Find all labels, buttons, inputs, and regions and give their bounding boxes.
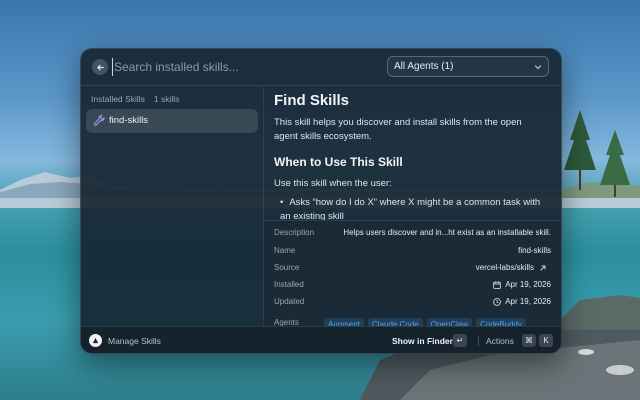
name-label: Name (274, 246, 296, 255)
description-label: Description (274, 228, 315, 237)
sidebar-item-label: find-skills (109, 115, 149, 126)
triangle-icon (92, 337, 99, 344)
back-button[interactable] (92, 59, 108, 75)
document-heading: When to Use This Skill (274, 155, 403, 169)
desktop-wallpaper: All Agents (1) Installed Skills 1 skills … (0, 0, 640, 400)
skills-sidebar: Installed Skills 1 skills find-skills (81, 86, 264, 326)
search-bar: All Agents (1) (81, 49, 561, 86)
source-label: Source (274, 263, 300, 272)
footer-divider (478, 336, 479, 346)
updated-date: Apr 19, 2026 (493, 297, 551, 306)
document-paragraph: Use this skill when the user: (274, 178, 392, 189)
wrench-icon (93, 114, 105, 126)
agent-filter-select[interactable]: All Agents (1) (387, 56, 549, 77)
installed-label: Installed (274, 280, 304, 289)
metadata-panel: Description Helps users discover and in.… (264, 220, 561, 327)
clock-icon (493, 297, 502, 306)
calendar-icon (493, 280, 502, 289)
bullet-text: Asks “how do I do X” where X might be a … (280, 197, 541, 222)
sidebar-item-find-skills[interactable]: find-skills (86, 109, 258, 133)
installed-date: Apr 19, 2026 (493, 280, 551, 289)
document-title: Find Skills (274, 92, 350, 109)
source-value: vercel-labs/skills (475, 263, 534, 272)
action-footer: Manage Skills Show in Finder ↵ Actions ⌘… (81, 326, 561, 353)
bullet-dot: • (280, 197, 284, 208)
wallpaper-trees (564, 110, 630, 197)
actions-button[interactable]: Actions (486, 336, 514, 346)
updated-value: Apr 19, 2026 (505, 297, 551, 306)
document-intro: This skill helps you discover and instal… (274, 117, 522, 142)
show-in-finder-button[interactable]: Show in Finder (392, 336, 453, 346)
sidebar-header: Installed Skills 1 skills (91, 94, 179, 104)
external-link-icon (540, 265, 546, 270)
return-key-badge: ↵ (453, 334, 467, 347)
chevron-down-icon (534, 65, 542, 70)
source-link[interactable]: vercel-labs/skills (476, 263, 551, 272)
name-value: find-skills (518, 246, 551, 255)
k-key-badge: K (539, 334, 553, 347)
arrow-left-icon (96, 64, 104, 70)
manage-skills-button[interactable]: Manage Skills (108, 336, 161, 346)
description-value: Helps users discover and in...ht exist a… (343, 228, 551, 237)
search-input[interactable] (112, 58, 374, 76)
app-logo-icon (89, 334, 102, 347)
agent-filter-label: All Agents (1) (394, 61, 454, 72)
updated-label: Updated (274, 297, 305, 306)
skills-window: All Agents (1) Installed Skills 1 skills … (80, 48, 562, 354)
command-key-badge: ⌘ (522, 334, 536, 347)
sidebar-header-label: Installed Skills (91, 94, 145, 104)
sidebar-header-count: 1 skills (153, 94, 180, 104)
installed-value: Apr 19, 2026 (505, 280, 551, 289)
